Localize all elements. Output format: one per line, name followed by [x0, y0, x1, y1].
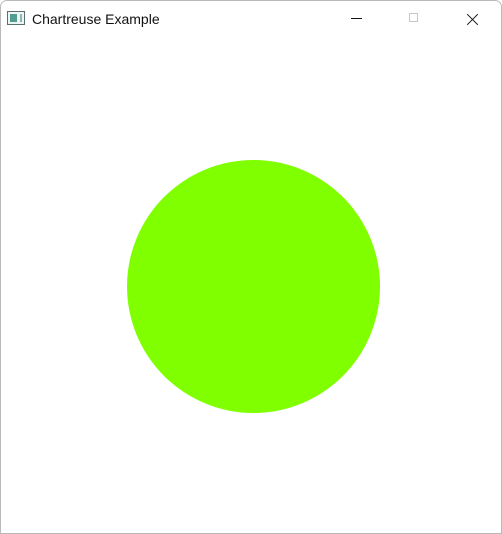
maximize-icon	[409, 13, 418, 22]
title-bar[interactable]: Chartreuse Example	[1, 1, 501, 37]
close-icon	[466, 13, 479, 26]
close-button[interactable]	[443, 1, 501, 37]
window-title: Chartreuse Example	[32, 11, 160, 27]
window-controls	[327, 1, 501, 37]
minimize-icon	[351, 18, 362, 19]
minimize-button[interactable]	[327, 1, 385, 37]
window-app-icon	[7, 11, 25, 25]
chartreuse-circle	[127, 160, 380, 413]
maximize-button[interactable]	[385, 1, 443, 37]
drawing-canvas	[1, 37, 501, 533]
app-window: Chartreuse Example	[0, 0, 502, 534]
